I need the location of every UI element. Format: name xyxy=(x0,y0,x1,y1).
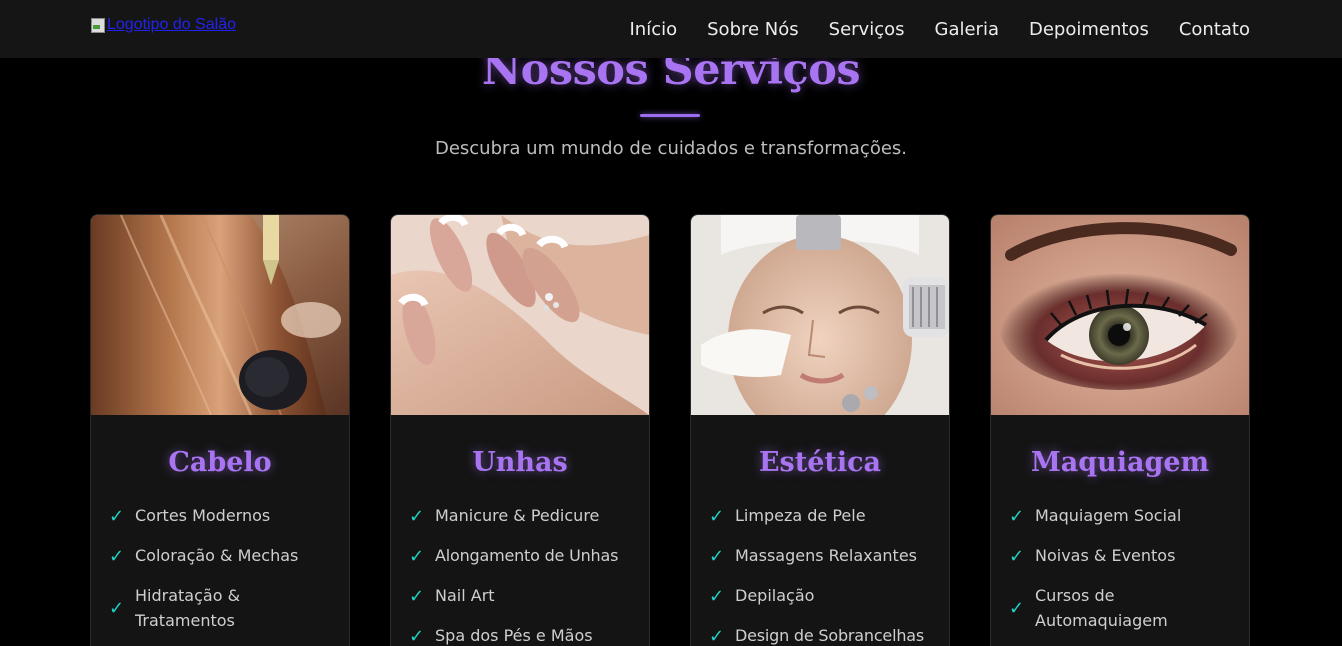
check-icon: ✓ xyxy=(109,506,125,527)
service-item: ✓ Hidratação & Tratamentos xyxy=(109,583,339,633)
card-title-estetica: Estética xyxy=(758,447,882,478)
service-item: ✓ Nail Art xyxy=(409,583,639,608)
nav-link-sobre-nos[interactable]: Sobre Nós xyxy=(707,19,799,40)
facial-photo xyxy=(691,215,949,415)
section-subtitle: Descubra um mundo de cuidados e transfor… xyxy=(434,138,908,159)
makeup-photo xyxy=(991,215,1249,415)
service-item-label: Cortes Modernos xyxy=(135,506,271,525)
check-icon: ✓ xyxy=(409,506,425,527)
service-item-label: Coloração & Mechas xyxy=(135,546,299,565)
service-item-label: Limpeza de Pele xyxy=(735,506,866,525)
service-item-label: Noivas & Eventos xyxy=(1035,546,1176,565)
main-nav: Início Sobre Nós Serviços Galeria Depoim… xyxy=(629,0,1250,58)
service-item: ✓ Spa dos Pés e Mãos xyxy=(409,623,639,646)
check-icon: ✓ xyxy=(709,546,725,567)
service-item: ✓ Cursos de Automaquiagem xyxy=(1009,583,1239,633)
service-item-label: Design de Sobrancelhas xyxy=(735,626,925,645)
service-card-maquiagem: Maquiagem ✓ Maquiagem Social ✓ Noivas & … xyxy=(990,214,1250,646)
card-title-unhas: Unhas xyxy=(472,447,568,478)
service-item: ✓ Alongamento de Unhas xyxy=(409,543,639,568)
logo-alt-text[interactable]: Logotipo do Salão xyxy=(107,16,236,34)
service-list-unhas: ✓ Manicure & Pedicure ✓ Alongamento de U… xyxy=(409,503,639,646)
service-item-label: Depilação xyxy=(735,586,815,605)
site-header: Logotipo do Salão Início Sobre Nós Servi… xyxy=(0,0,1342,58)
card-title-maquiagem: Maquiagem xyxy=(1030,447,1210,478)
nails-photo xyxy=(391,215,649,415)
title-underline xyxy=(640,114,700,117)
service-item-label: Maquiagem Social xyxy=(1035,506,1182,525)
service-item: ✓ Maquiagem Social xyxy=(1009,503,1239,528)
service-item: ✓ Design de Sobrancelhas xyxy=(709,623,939,646)
service-item-label: Spa dos Pés e Mãos xyxy=(435,626,593,645)
service-list-maquiagem: ✓ Maquiagem Social ✓ Noivas & Eventos ✓ … xyxy=(1009,503,1239,646)
check-icon: ✓ xyxy=(709,586,725,607)
check-icon: ✓ xyxy=(1009,598,1025,619)
service-item: ✓ Depilação xyxy=(709,583,939,608)
service-list-estetica: ✓ Limpeza de Pele ✓ Massagens Relaxantes… xyxy=(709,503,939,646)
service-item-label: Alongamento de Unhas xyxy=(435,546,619,565)
service-item-label: Massagens Relaxantes xyxy=(735,546,918,565)
service-card-unhas: Unhas ✓ Manicure & Pedicure ✓ Alongament… xyxy=(390,214,650,646)
check-icon: ✓ xyxy=(409,626,425,646)
hair-photo xyxy=(91,215,349,415)
service-item: ✓ Cortes Modernos xyxy=(109,503,339,528)
service-item: ✓ Limpeza de Pele xyxy=(709,503,939,528)
check-icon: ✓ xyxy=(709,626,725,646)
check-icon: ✓ xyxy=(1009,546,1025,567)
service-card-cabelo: Cabelo ✓ Cortes Modernos ✓ Coloração & M… xyxy=(90,214,350,646)
logo-link[interactable]: Logotipo do Salão xyxy=(90,16,236,34)
nav-link-depoimentos[interactable]: Depoimentos xyxy=(1029,19,1149,40)
service-item-label: Nail Art xyxy=(435,586,495,605)
check-icon: ✓ xyxy=(1009,506,1025,527)
check-icon: ✓ xyxy=(109,598,125,619)
service-list-cabelo: ✓ Cortes Modernos ✓ Coloração & Mechas ✓… xyxy=(109,503,339,646)
services-page: Logotipo do Salão Início Sobre Nós Servi… xyxy=(0,0,1342,646)
card-title-cabelo: Cabelo xyxy=(168,447,272,478)
service-item: ✓ Coloração & Mechas xyxy=(109,543,339,568)
service-cards: Cabelo ✓ Cortes Modernos ✓ Coloração & M… xyxy=(90,214,1250,646)
check-icon: ✓ xyxy=(409,546,425,567)
service-item-label: Hidratação & Tratamentos xyxy=(135,586,241,630)
service-item: ✓ Massagens Relaxantes xyxy=(709,543,939,568)
service-item: ✓ Manicure & Pedicure xyxy=(409,503,639,528)
nav-link-inicio[interactable]: Início xyxy=(629,19,677,40)
service-item-label: Cursos de Automaquiagem xyxy=(1035,586,1168,630)
nav-link-servicos[interactable]: Serviços xyxy=(829,19,905,40)
nav-link-galeria[interactable]: Galeria xyxy=(935,19,1000,40)
broken-image-icon xyxy=(90,17,106,34)
service-card-estetica: Estética ✓ Limpeza de Pele ✓ Massagens R… xyxy=(690,214,950,646)
check-icon: ✓ xyxy=(709,506,725,527)
service-item-label: Manicure & Pedicure xyxy=(435,506,600,525)
nav-link-contato[interactable]: Contato xyxy=(1179,19,1250,40)
service-item: ✓ Noivas & Eventos xyxy=(1009,543,1239,568)
check-icon: ✓ xyxy=(109,546,125,567)
check-icon: ✓ xyxy=(409,586,425,607)
